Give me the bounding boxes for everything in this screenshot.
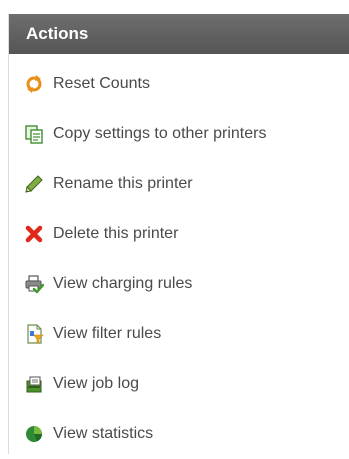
view-filter-rules-link[interactable]: View filter rules [9, 309, 349, 359]
reset-counts-link[interactable]: Reset Counts [9, 59, 349, 109]
actions-panel: Actions Reset Counts Copy settings to ot… [8, 14, 349, 454]
panel-title: Actions [9, 14, 349, 54]
reset-counts-label: Reset Counts [53, 75, 150, 92]
reset-icon [24, 74, 44, 94]
view-filter-rules-label: View filter rules [53, 325, 162, 342]
rename-printer-link[interactable]: Rename this printer [9, 159, 349, 209]
job-log-icon [24, 374, 44, 394]
filter-document-icon [24, 324, 44, 344]
view-charging-rules-link[interactable]: View charging rules [9, 259, 349, 309]
view-statistics-label: View statistics [53, 425, 154, 442]
view-job-log-link[interactable]: View job log [9, 359, 349, 409]
view-charging-rules-label: View charging rules [53, 275, 193, 292]
view-statistics-link[interactable]: View statistics [9, 409, 349, 459]
copy-settings-link[interactable]: Copy settings to other printers [9, 109, 349, 159]
copy-settings-label: Copy settings to other printers [53, 125, 267, 142]
view-job-log-label: View job log [53, 375, 139, 392]
delete-printer-link[interactable]: Delete this printer [9, 209, 349, 259]
printer-check-icon [24, 274, 44, 294]
pie-chart-icon [24, 424, 44, 444]
pencil-icon [24, 174, 44, 194]
delete-x-icon [24, 224, 44, 244]
copy-icon [24, 124, 44, 144]
rename-printer-label: Rename this printer [53, 175, 193, 192]
delete-printer-label: Delete this printer [53, 225, 179, 242]
actions-list: Reset Counts Copy settings to other prin… [9, 59, 349, 459]
